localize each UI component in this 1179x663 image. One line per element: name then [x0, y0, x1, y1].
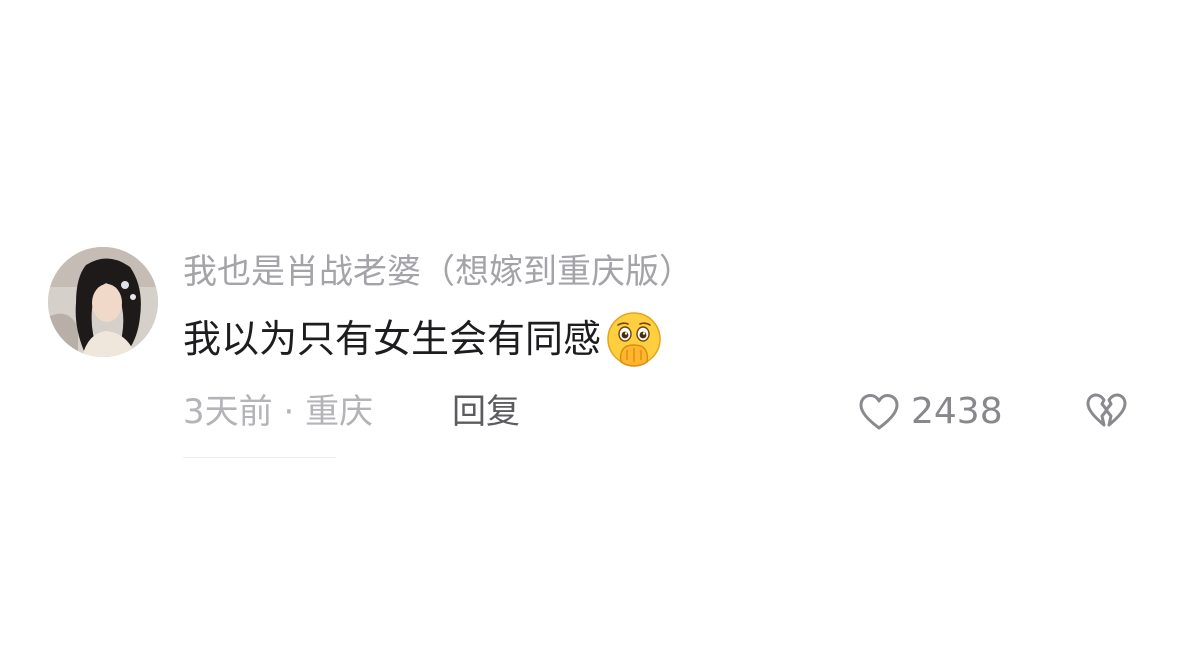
like-count: 2438: [911, 391, 1003, 432]
comment-location: 重庆: [305, 392, 374, 432]
comment-time: 3天前: [183, 392, 273, 432]
dislike-button[interactable]: [1085, 391, 1127, 433]
comment-text: 我以为只有女生会有同感: [183, 317, 602, 361]
broken-heart-icon: [1086, 393, 1127, 427]
meta-separator: ·: [283, 392, 295, 432]
comment-item: 我也是肖战老婆（想嫁到重庆版） 我以为只有女生会有同感 3天前 · 重庆 回复: [0, 0, 1179, 663]
divider: [183, 457, 336, 458]
hand-over-mouth-emoji-icon: [605, 310, 663, 368]
reply-button[interactable]: 回复: [452, 388, 520, 436]
heart-outline-icon: [859, 394, 899, 430]
like-button[interactable]: 2438: [857, 388, 1003, 436]
username[interactable]: 我也是肖战老婆（想嫁到重庆版）: [183, 250, 693, 294]
comment-meta: 3天前 · 重庆: [183, 388, 373, 436]
avatar[interactable]: [48, 247, 158, 357]
avatar-image: [48, 247, 158, 357]
comment-text-row: 我以为只有女生会有同感: [183, 310, 663, 368]
